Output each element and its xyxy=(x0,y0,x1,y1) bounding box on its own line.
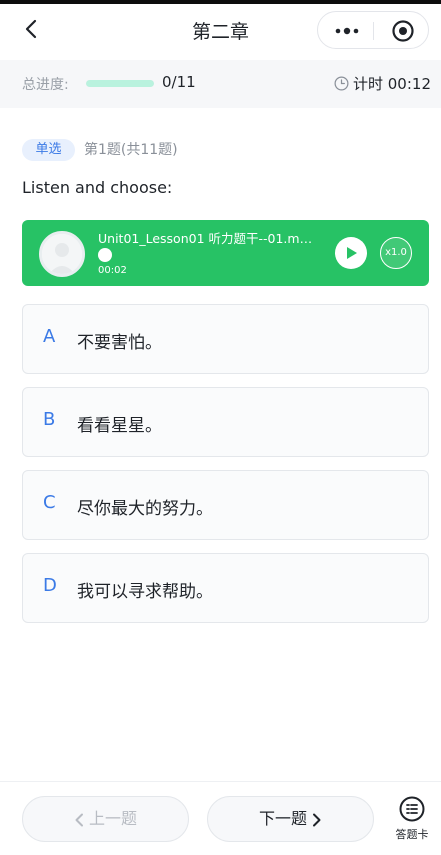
prev-question-button[interactable]: 上一题 xyxy=(22,796,189,842)
next-question-label: 下一题 xyxy=(258,809,307,828)
option-letter: B xyxy=(43,409,56,430)
audio-avatar xyxy=(39,231,85,277)
progress-bar-row: 总进度: 0/11 计时 00:12 xyxy=(0,60,441,108)
miniprogram-capsule xyxy=(317,11,429,49)
answer-sheet-button[interactable]: 答题卡 xyxy=(389,796,435,848)
progress-track xyxy=(86,80,154,87)
timer-label: 计时 00:12 xyxy=(353,75,431,93)
capsule-divider xyxy=(373,22,374,40)
option-text: 不要害怕。 xyxy=(77,333,162,353)
progress-fill xyxy=(86,80,154,87)
question-index: 第1题(共11题) xyxy=(84,142,178,158)
progress-count: 0/11 xyxy=(162,73,196,91)
chevron-right-icon xyxy=(313,813,321,826)
play-button[interactable] xyxy=(335,237,367,269)
option-letter: D xyxy=(43,575,57,596)
option-d[interactable]: D 我可以寻求帮助。 xyxy=(22,553,429,623)
question-type-badge: 单选 xyxy=(22,139,75,161)
audio-file-name: Unit01_Lesson01 听力题干--01.m… xyxy=(98,231,313,246)
prev-question-label: 上一题 xyxy=(89,809,138,828)
answer-sheet-label: 答题卡 xyxy=(395,828,429,841)
option-text: 看看星星。 xyxy=(77,416,162,436)
footer-bar: 上一题 下一题 答题卡 xyxy=(0,781,441,855)
more-dots-icon[interactable] xyxy=(332,22,362,40)
clock-icon xyxy=(334,76,349,91)
audio-player: Unit01_Lesson01 听力题干--01.m… 00:02 x1.0 xyxy=(22,220,429,286)
next-question-button[interactable]: 下一题 xyxy=(207,796,374,842)
playback-speed-button[interactable]: x1.0 xyxy=(380,237,412,269)
progress-label: 总进度: xyxy=(22,77,69,93)
nav-header: 第二章 xyxy=(0,4,441,54)
option-letter: A xyxy=(43,326,56,347)
question-prompt: Listen and choose: xyxy=(22,178,173,197)
option-c[interactable]: C 尽你最大的努力。 xyxy=(22,470,429,540)
option-b[interactable]: B 看看星星。 xyxy=(22,387,429,457)
option-a[interactable]: A 不要害怕。 xyxy=(22,304,429,374)
option-text: 我可以寻求帮助。 xyxy=(77,582,213,602)
audio-elapsed-time: 00:02 xyxy=(98,265,127,276)
option-text: 尽你最大的努力。 xyxy=(77,499,213,519)
audio-seek-handle[interactable] xyxy=(98,248,112,262)
chevron-left-icon xyxy=(75,813,83,826)
answer-sheet-icon xyxy=(399,796,425,822)
play-icon xyxy=(347,247,357,259)
close-target-icon[interactable] xyxy=(391,19,415,43)
option-letter: C xyxy=(43,492,56,513)
